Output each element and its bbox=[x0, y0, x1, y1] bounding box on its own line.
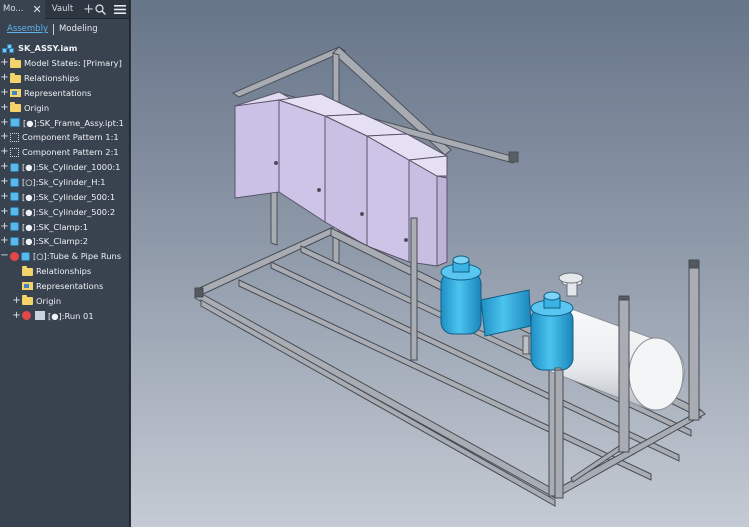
tree-node-relationships[interactable]: + Relationships bbox=[0, 71, 129, 86]
tree-node-model-states[interactable]: + Model States: [Primary] bbox=[0, 56, 129, 71]
tree-node-root[interactable]: SK_ASSY.iam bbox=[0, 41, 129, 56]
tree-node-cylinder-500-2[interactable]: + [●]:Sk_Cylinder_500:2 bbox=[0, 204, 129, 219]
close-icon[interactable]: ✕ bbox=[33, 3, 42, 16]
browser-tab-bar: Mo... ✕ Vault + bbox=[0, 0, 129, 19]
tree-node-origin[interactable]: + Origin bbox=[0, 100, 129, 115]
expand-icon[interactable]: + bbox=[0, 117, 9, 128]
part-icon bbox=[10, 236, 19, 246]
tree-node-label: Component Pattern 1:1 bbox=[22, 132, 119, 143]
tab-model-label: Mo... bbox=[3, 4, 24, 14]
folder-icon bbox=[10, 72, 21, 83]
pattern-icon bbox=[10, 147, 19, 157]
tree-node-label: [○]:Sk_Cylinder_H:1 bbox=[22, 177, 106, 188]
expand-icon[interactable]: + bbox=[0, 58, 9, 68]
model-browser-panel: Mo... ✕ Vault + Assembly Modeling SK_ASS… bbox=[0, 0, 130, 527]
expand-icon[interactable]: + bbox=[0, 147, 9, 157]
tree-node-representations[interactable]: + Representations bbox=[0, 86, 129, 101]
browser-tree: SK_ASSY.iam + Model States: [Primary] + … bbox=[0, 39, 129, 323]
collapse-icon[interactable]: − bbox=[0, 251, 9, 261]
tree-node-label: Representations bbox=[36, 280, 104, 291]
part-icon bbox=[10, 222, 19, 232]
tree-node-clamp-2[interactable]: + [●]:SK_Clamp:2 bbox=[0, 234, 129, 249]
tree-node-label: Origin bbox=[36, 295, 62, 306]
expand-icon[interactable]: + bbox=[0, 102, 9, 113]
tree-node-label: [●]:Sk_Cylinder_1000:1 bbox=[22, 162, 121, 173]
expand-icon[interactable]: + bbox=[0, 206, 9, 217]
representations-icon bbox=[22, 282, 33, 291]
tube-pipe-icon bbox=[22, 311, 31, 321]
tree-node-label: [●]:SK_Frame_Assy.ipt:1 bbox=[23, 117, 124, 128]
tree-node-label: Origin bbox=[24, 102, 50, 113]
tree-node-clamp-1[interactable]: + [●]:SK_Clamp:1 bbox=[0, 219, 129, 234]
tree-node-label: [○]:Tube & Pipe Runs bbox=[33, 251, 122, 262]
tree-node-label: Model States: [Primary] bbox=[24, 58, 122, 69]
expand-icon[interactable]: + bbox=[0, 191, 9, 202]
3d-graphics-viewport[interactable] bbox=[131, 0, 749, 527]
tree-node-label: Representations bbox=[24, 87, 92, 98]
assembly-root-icon bbox=[2, 43, 15, 54]
tree-node-tube-pipe-runs[interactable]: − [○]:Tube & Pipe Runs bbox=[0, 249, 129, 264]
tree-node-tp-representations[interactable]: Representations bbox=[0, 279, 129, 294]
expand-icon[interactable]: + bbox=[0, 177, 9, 187]
tree-node-tp-origin[interactable]: + Origin bbox=[0, 293, 129, 308]
expand-icon[interactable]: + bbox=[12, 310, 21, 321]
expand-icon[interactable]: + bbox=[0, 236, 9, 246]
tree-node-frame-assy[interactable]: + [●]:SK_Frame_Assy.ipt:1 bbox=[0, 115, 129, 130]
frame-part-icon bbox=[10, 118, 20, 128]
tab-model[interactable]: Mo... ✕ bbox=[0, 0, 45, 19]
tree-node-cylinder-h[interactable]: + [○]:Sk_Cylinder_H:1 bbox=[0, 175, 129, 190]
mode-modeling[interactable]: Modeling bbox=[56, 24, 101, 34]
tree-node-label: [●]:Run 01 bbox=[48, 310, 94, 321]
part-icon bbox=[10, 162, 19, 172]
tab-vault[interactable]: Vault + bbox=[49, 0, 97, 19]
assembly-model bbox=[194, 46, 706, 507]
tube-pipe-icon bbox=[10, 251, 19, 261]
menu-icon[interactable] bbox=[114, 4, 126, 15]
folder-icon bbox=[10, 102, 21, 113]
part-icon bbox=[21, 251, 30, 261]
tree-node-component-pattern-1[interactable]: + Component Pattern 1:1 bbox=[0, 130, 129, 145]
folder-icon bbox=[10, 57, 21, 68]
representations-icon bbox=[10, 89, 21, 98]
tree-node-label: Relationships bbox=[36, 266, 92, 277]
tree-node-label: SK_ASSY.iam bbox=[18, 43, 78, 54]
folder-icon bbox=[22, 265, 33, 276]
expand-icon[interactable]: + bbox=[0, 87, 9, 98]
tree-node-label: [●]:Sk_Cylinder_500:1 bbox=[22, 191, 116, 202]
mode-divider bbox=[52, 23, 54, 35]
expand-icon[interactable]: + bbox=[0, 132, 9, 142]
tree-node-cylinder-1000[interactable]: + [●]:Sk_Cylinder_1000:1 bbox=[0, 160, 129, 175]
tree-node-label: Relationships bbox=[24, 73, 80, 84]
blue-cylinders bbox=[440, 255, 574, 383]
expand-icon[interactable]: + bbox=[0, 73, 9, 83]
part-icon bbox=[10, 207, 19, 217]
mode-switch: Assembly Modeling bbox=[0, 19, 129, 39]
tree-node-tp-relationships[interactable]: Relationships bbox=[0, 264, 129, 279]
tree-node-label: Component Pattern 2:1 bbox=[22, 147, 119, 158]
tree-node-label: [●]:Sk_Cylinder_500:2 bbox=[22, 206, 116, 217]
expand-icon[interactable]: + bbox=[0, 221, 9, 232]
part-icon bbox=[10, 177, 19, 187]
folder-icon bbox=[22, 295, 33, 306]
tree-node-run-01[interactable]: + [●]:Run 01 bbox=[0, 308, 129, 323]
tree-node-cylinder-500-1[interactable]: + [●]:Sk_Cylinder_500:1 bbox=[0, 189, 129, 204]
expand-icon[interactable]: + bbox=[0, 162, 9, 172]
pattern-icon bbox=[10, 132, 19, 142]
tree-node-component-pattern-2[interactable]: + Component Pattern 2:1 bbox=[0, 145, 129, 160]
tree-node-label: [●]:SK_Clamp:2 bbox=[22, 236, 88, 247]
tree-node-label: [●]:SK_Clamp:1 bbox=[22, 221, 88, 232]
search-icon[interactable] bbox=[95, 4, 106, 15]
mode-assembly[interactable]: Assembly bbox=[4, 24, 51, 34]
expand-icon[interactable]: + bbox=[12, 295, 21, 306]
plus-icon[interactable]: + bbox=[83, 2, 94, 17]
part-icon bbox=[10, 192, 19, 202]
tab-vault-label: Vault bbox=[51, 4, 74, 14]
run-icon bbox=[35, 311, 45, 321]
